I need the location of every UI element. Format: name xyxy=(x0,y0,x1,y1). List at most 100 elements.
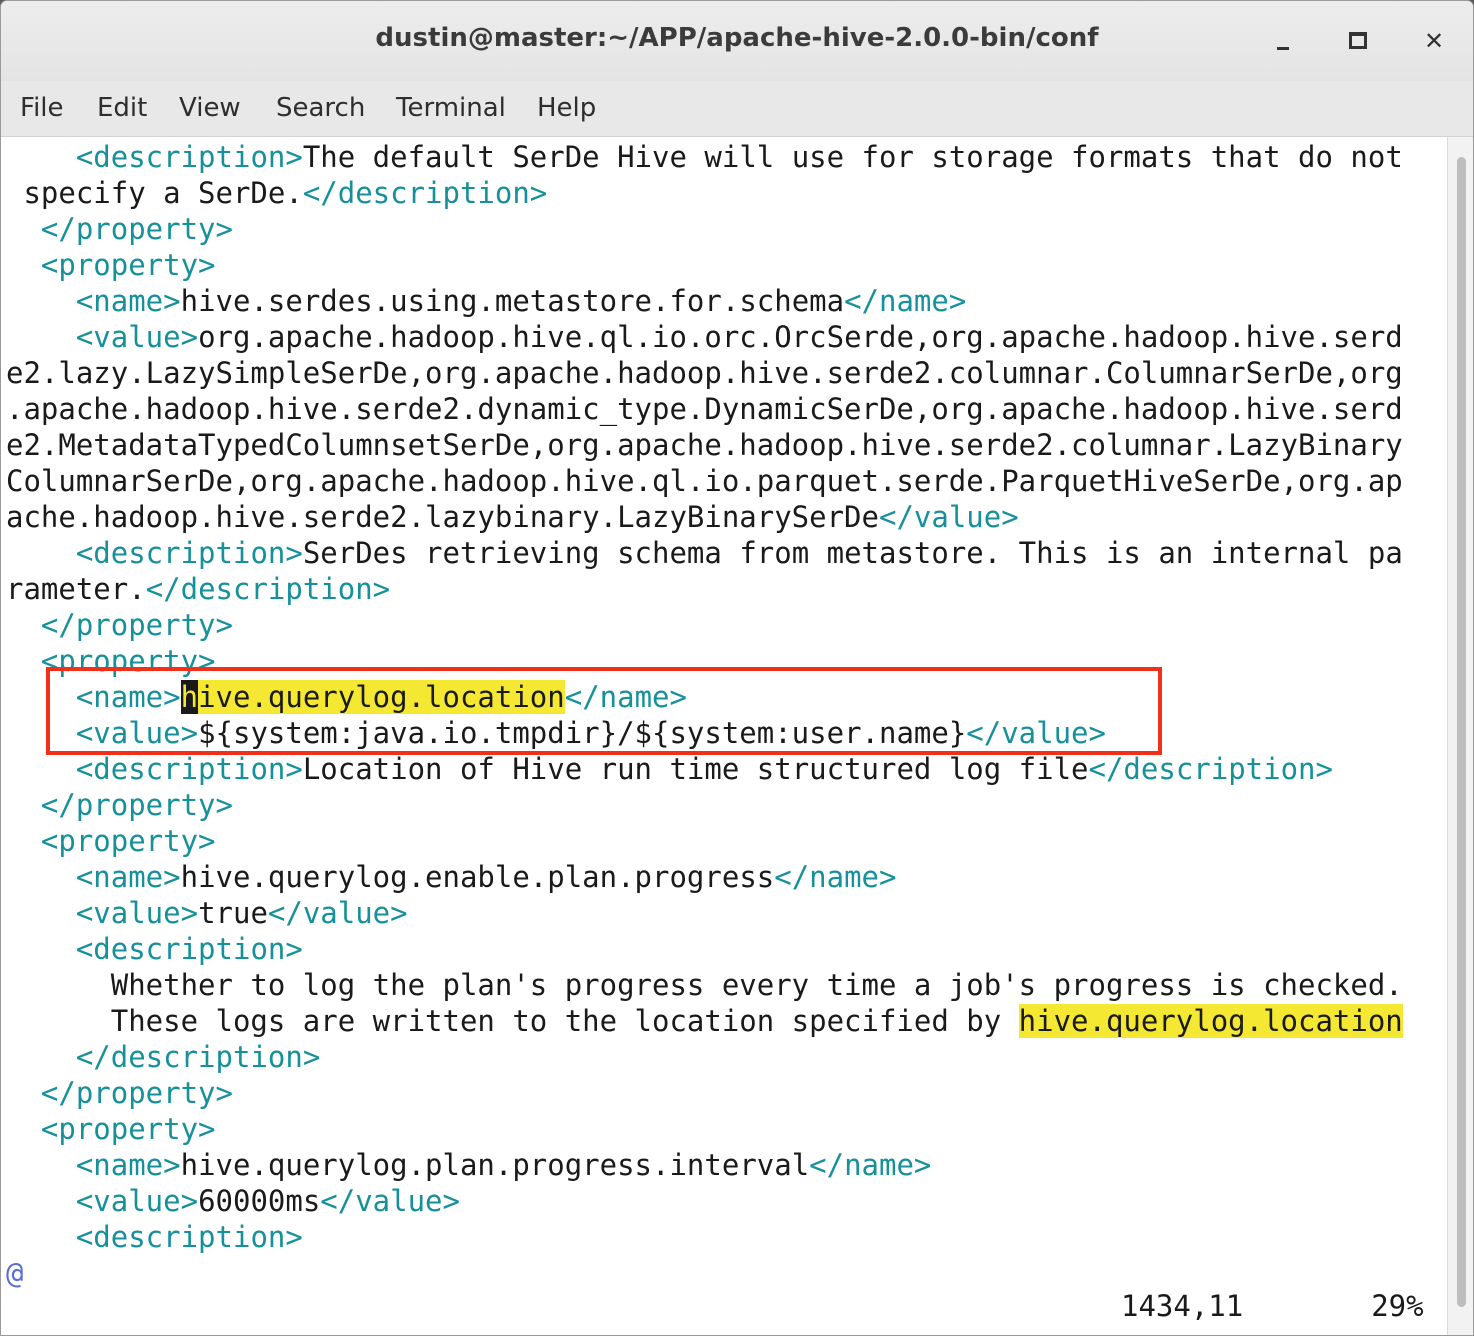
code-segment: org.apache.hadoop.hive.ql.io.orc.OrcSerd… xyxy=(198,320,1403,354)
code-segment: <value> xyxy=(75,1184,199,1218)
code-line: </property> xyxy=(6,787,1403,823)
code-segment: hive.querylog.plan.progress.interval xyxy=(180,1148,810,1182)
search-highlight: ive.querylog.location xyxy=(198,680,565,714)
code-segment: <description> xyxy=(75,1220,303,1254)
maximize-icon xyxy=(1349,32,1367,49)
close-button[interactable]: ✕ xyxy=(1414,21,1454,61)
code-segment: <name> xyxy=(75,284,181,318)
code-segment: <name> xyxy=(75,680,181,714)
terminal-content[interactable]: <description>The default SerDe Hive will… xyxy=(1,137,1447,1335)
scrollbar-thumb[interactable] xyxy=(1457,157,1466,1307)
code-segment: These logs are written to the location s… xyxy=(6,1004,1019,1038)
code-segment: </property> xyxy=(40,1076,233,1110)
code-segment: <description> xyxy=(75,932,303,966)
code-line: @ xyxy=(6,1255,1403,1291)
code-line: </property> xyxy=(6,1075,1403,1111)
code-segment: The default SerDe Hive will use for stor… xyxy=(302,140,1403,174)
code-line: These logs are written to the location s… xyxy=(6,1003,1403,1039)
code-segment: <name> xyxy=(75,1148,181,1182)
code-line: <description>SerDes retrieving schema fr… xyxy=(6,535,1403,571)
code-segment: </description> xyxy=(1088,752,1333,786)
editor-text: <description>The default SerDe Hive will… xyxy=(6,139,1403,1291)
code-line: <value>true</value> xyxy=(6,895,1403,931)
code-line: </property> xyxy=(6,607,1403,643)
menu-help[interactable]: Help xyxy=(537,93,596,123)
code-segment: <property> xyxy=(40,824,216,858)
minimize-button[interactable] xyxy=(1263,21,1303,61)
code-segment: ${system:java.io.tmpdir}/${system:user.n… xyxy=(198,716,967,750)
code-segment: </property> xyxy=(40,788,233,822)
code-line: Whether to log the plan's progress every… xyxy=(6,967,1403,1003)
code-segment: hive.querylog.enable.plan.progress xyxy=(180,860,775,894)
code-line: <property> xyxy=(6,247,1403,283)
menu-edit[interactable]: Edit xyxy=(97,93,147,123)
text-cursor: h xyxy=(180,680,199,714)
code-segment: </value> xyxy=(966,716,1106,750)
code-segment: @ xyxy=(6,1256,24,1290)
menu-bar: File Edit View Search Terminal Help xyxy=(1,81,1473,137)
title-bar[interactable]: dustin@master:~/APP/apache-hive-2.0.0-bi… xyxy=(1,1,1473,82)
menu-search[interactable]: Search xyxy=(276,93,365,123)
code-line: <value>${system:java.io.tmpdir}/${system… xyxy=(6,715,1403,751)
code-segment: e2.lazy.LazySimpleSerDe,org.apache.hadoo… xyxy=(6,356,1403,390)
code-segment: </description> xyxy=(302,176,548,210)
code-segment: <value> xyxy=(75,320,199,354)
code-segment: ache.hadoop.hive.serde2.lazybinary.LazyB… xyxy=(6,500,879,534)
code-segment: 60000ms xyxy=(198,1184,321,1218)
code-segment: ColumnarSerDe,org.apache.hadoop.hive.ql.… xyxy=(6,464,1403,498)
code-line: <property> xyxy=(6,643,1403,679)
code-line: <property> xyxy=(6,1111,1403,1147)
code-segment: <description> xyxy=(75,536,303,570)
code-segment: <name> xyxy=(75,860,181,894)
code-segment: </name> xyxy=(564,680,687,714)
code-line: <description> xyxy=(6,931,1403,967)
code-segment: <description> xyxy=(75,140,303,174)
code-segment: </name> xyxy=(809,1148,932,1182)
maximize-button[interactable] xyxy=(1338,21,1378,61)
code-line: <description> xyxy=(6,1219,1403,1255)
code-segment: <value> xyxy=(75,896,199,930)
code-segment: </description> xyxy=(145,572,391,606)
code-line: rameter.</description> xyxy=(6,571,1403,607)
code-line: ColumnarSerDe,org.apache.hadoop.hive.ql.… xyxy=(6,463,1403,499)
minimize-icon xyxy=(1277,47,1289,50)
terminal-window: dustin@master:~/APP/apache-hive-2.0.0-bi… xyxy=(0,0,1474,1336)
code-line: </description> xyxy=(6,1039,1403,1075)
scroll-percent: 29% xyxy=(1371,1289,1424,1323)
code-segment: <value> xyxy=(75,716,199,750)
close-icon: ✕ xyxy=(1423,27,1445,55)
code-segment: </value> xyxy=(320,1184,460,1218)
code-segment: SerDes retrieving schema from metastore.… xyxy=(302,536,1403,570)
code-segment: e2.MetadataTypedColumnsetSerDe,org.apach… xyxy=(6,428,1403,462)
code-line: <value>org.apache.hadoop.hive.ql.io.orc.… xyxy=(6,319,1403,355)
code-segment: <property> xyxy=(40,248,216,282)
code-segment: <description> xyxy=(75,752,303,786)
menu-terminal[interactable]: Terminal xyxy=(396,93,506,123)
cursor-position: 1434,11 xyxy=(1121,1289,1244,1323)
code-line: <value>60000ms</value> xyxy=(6,1183,1403,1219)
code-segment: </name> xyxy=(774,860,897,894)
code-line: specify a SerDe.</description> xyxy=(6,175,1403,211)
menu-file[interactable]: File xyxy=(20,93,64,123)
menu-view[interactable]: View xyxy=(179,93,241,123)
code-segment: Whether to log the plan's progress every… xyxy=(6,968,1403,1002)
status-line: 1434,11 29% xyxy=(1121,1289,1424,1323)
code-line: <name>hive.querylog.enable.plan.progress… xyxy=(6,859,1403,895)
scrollbar[interactable] xyxy=(1447,137,1473,1335)
